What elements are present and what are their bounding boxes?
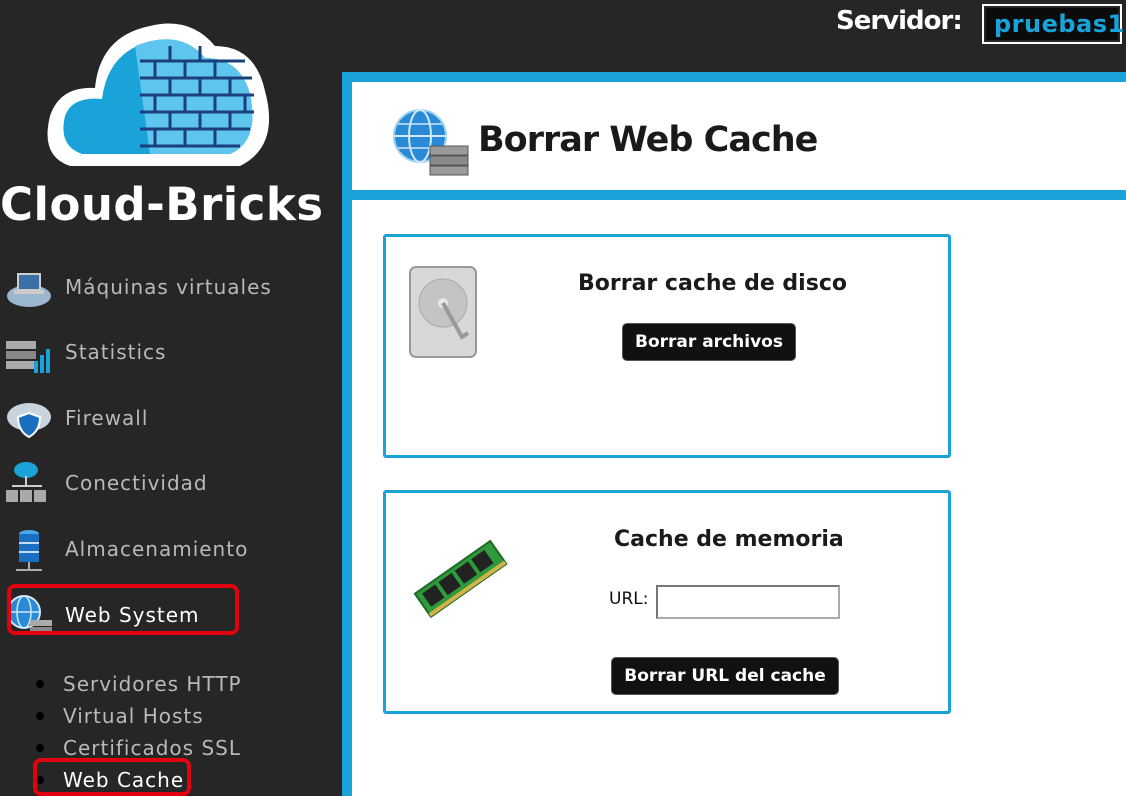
page-header: Borrar Web Cache <box>352 82 1126 190</box>
disk-cache-card: Borrar cache de disco Borrar archivos <box>383 234 951 458</box>
sidebar-item-label: Statistics <box>65 340 167 364</box>
disk-cache-title: Borrar cache de disco <box>578 271 847 296</box>
submenu-item-label: Servidores HTTP <box>63 672 242 696</box>
memory-cache-card: Cache de memoria URL: Borrar URL del cac… <box>383 490 951 714</box>
submenu-item-label: Certificados SSL <box>63 736 241 760</box>
server-value: pruebas1 <box>986 8 1124 40</box>
cloud-bricks-logo-icon <box>47 23 270 166</box>
bullet-icon <box>36 712 44 720</box>
url-input[interactable] <box>656 585 840 619</box>
delete-files-button[interactable]: Borrar archivos <box>622 323 796 361</box>
sidebar-item-maquinas-virtuales[interactable]: Máquinas virtuales <box>0 257 340 317</box>
main-panel: Borrar Web Cache Borrar cache de disco B… <box>342 72 1126 796</box>
url-label: URL: <box>609 589 649 609</box>
sidebar-item-firewall[interactable]: Firewall <box>0 388 340 448</box>
statistics-icon <box>6 341 50 373</box>
firewall-icon <box>7 403 51 439</box>
storage-icon <box>16 530 42 571</box>
sidebar-item-label: Conectividad <box>65 471 208 495</box>
submenu-item-servidores-http[interactable]: Servidores HTTP <box>30 668 330 700</box>
connectivity-icon <box>6 462 46 502</box>
web-cache-icon <box>393 109 469 176</box>
web-system-highlight <box>7 584 239 635</box>
virtual-machines-icon <box>7 273 51 307</box>
bullet-icon <box>36 744 44 752</box>
sidebar-item-conectividad[interactable]: Conectividad <box>0 453 340 513</box>
memory-cache-title: Cache de memoria <box>614 527 844 552</box>
logo: Cloud-Bricks <box>0 0 330 240</box>
server-label: Servidor: <box>836 6 963 36</box>
submenu-item-virtual-hosts[interactable]: Virtual Hosts <box>30 700 330 732</box>
bullet-icon <box>36 680 44 688</box>
brand-name: Cloud-Bricks <box>0 178 324 231</box>
sidebar-item-label: Firewall <box>65 406 149 430</box>
sidebar-item-almacenamiento[interactable]: Almacenamiento <box>0 519 340 579</box>
sidebar-item-statistics[interactable]: Statistics <box>0 322 340 382</box>
submenu-item-label: Virtual Hosts <box>63 704 204 728</box>
server-selector[interactable]: pruebas1 <box>982 4 1124 44</box>
content-area: Borrar cache de disco Borrar archivos Ca… <box>352 200 1126 796</box>
memory-module-icon <box>413 539 508 619</box>
sidebar-item-label: Máquinas virtuales <box>65 275 272 299</box>
hard-disk-icon <box>409 266 477 358</box>
page-title: Borrar Web Cache <box>478 120 818 160</box>
sidebar-item-label: Almacenamiento <box>65 537 249 561</box>
delete-url-cache-button[interactable]: Borrar URL del cache <box>611 657 839 695</box>
web-cache-highlight <box>33 758 191 796</box>
